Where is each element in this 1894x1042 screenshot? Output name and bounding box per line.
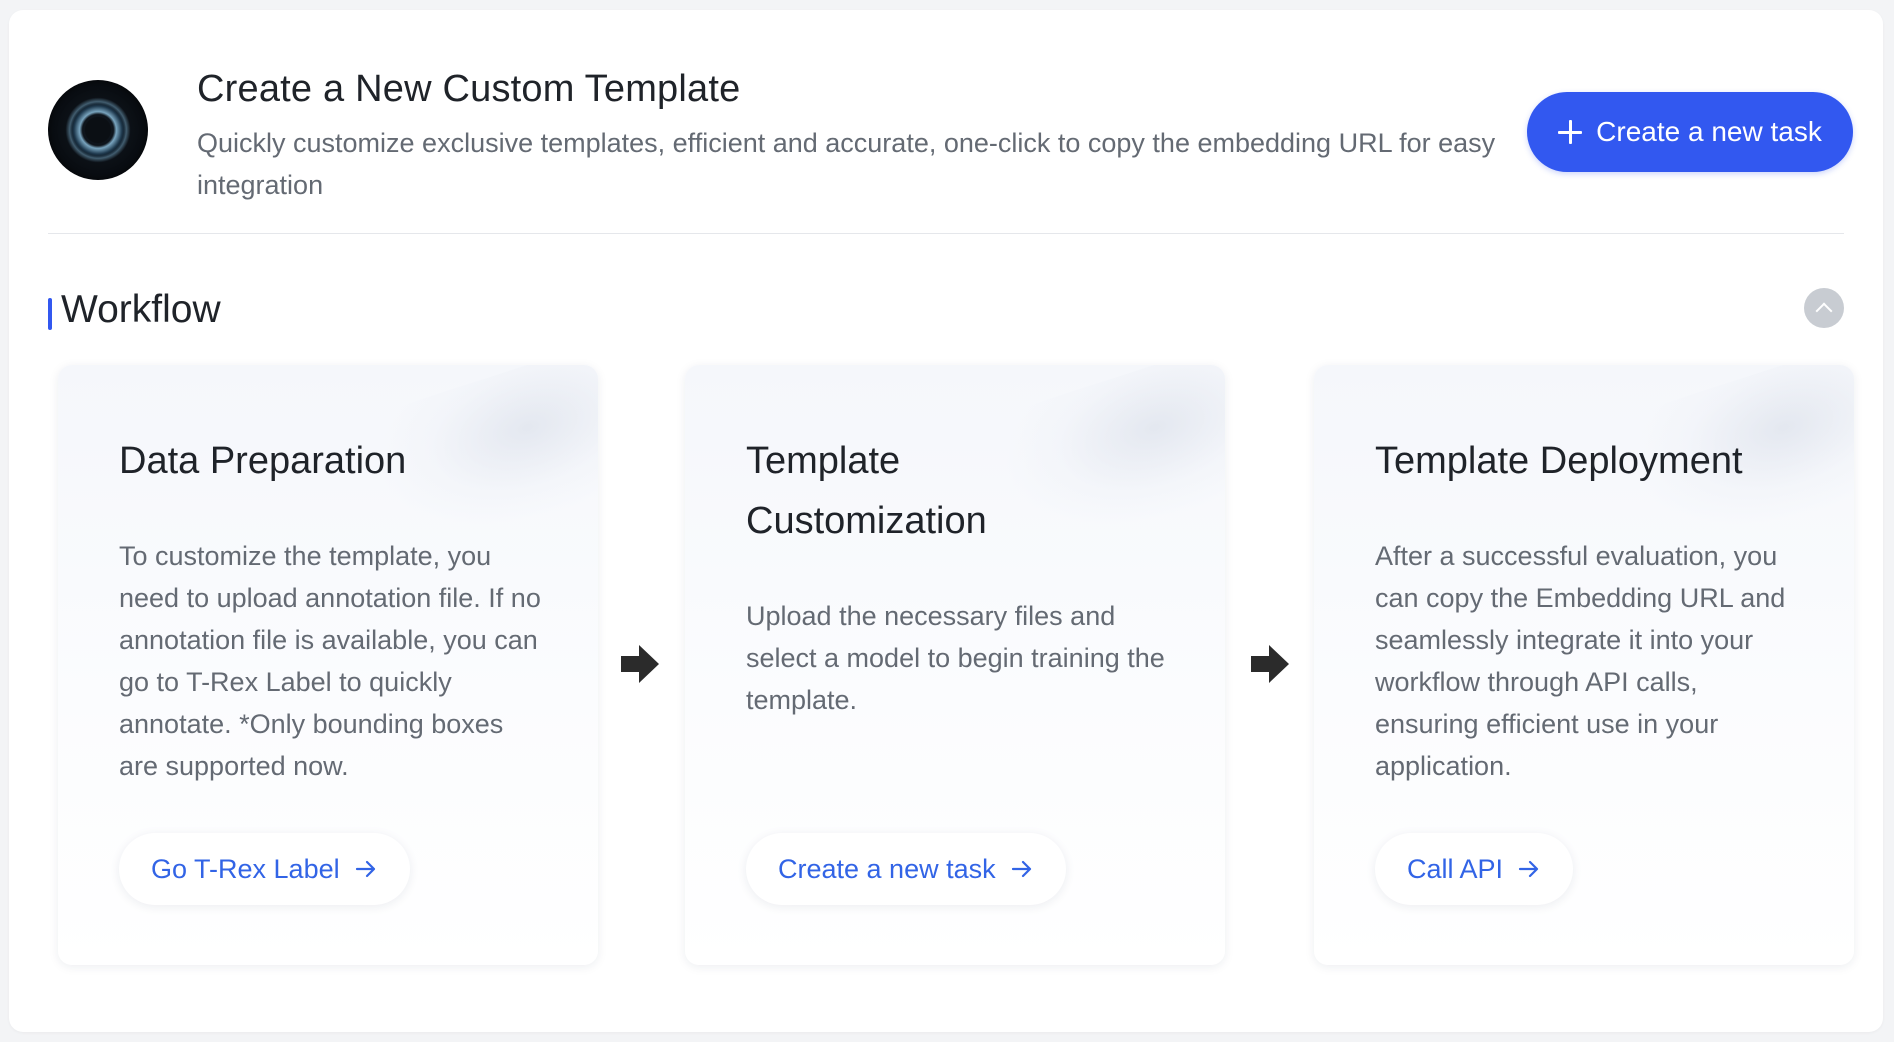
card-description: After a successful evaluation, you can c… [1375,541,1786,781]
create-new-task-label: Create a new task [1596,116,1822,147]
page-subtitle: Quickly customize exclusive templates, e… [197,128,1496,200]
logo-icon [48,80,148,180]
header: Create a New Custom Template Quickly cus… [48,58,1853,200]
arrow-right-icon [1518,860,1539,878]
workflow-card-data-preparation: Data Preparation To customize the templa… [58,365,598,965]
create-new-task-button[interactable]: Create a new task [1527,92,1853,172]
card-link-label: Call API [1407,853,1504,884]
arrow-right-icon [1011,860,1031,878]
workflow-title: Workflow [61,288,221,331]
plus-icon [1558,120,1583,144]
page-container: Create a New Custom Template Quickly cus… [9,10,1883,1032]
card-link-label: Go T-Rex Label [151,853,340,884]
arrow-right-solid-icon [621,645,659,683]
chevron-up-icon [1815,302,1833,319]
card-description: Upload the necessary files and select a … [746,601,1165,715]
card-title: Data Preparation [119,440,407,482]
go-trex-label-button[interactable]: Go T-Rex Label [119,833,410,905]
workflow-card-template-deployment: Template Deployment After a successful e… [1314,365,1854,965]
page-title: Create a New Custom Template [197,68,741,110]
arrow-right-solid-icon [1251,645,1289,683]
header-divider [48,233,1844,234]
section-accent-bar [48,298,52,330]
card-link-label: Create a new task [778,853,996,884]
card-create-new-task-button[interactable]: Create a new task [746,833,1066,905]
workflow-card-template-customization: Template Customization Upload the necess… [685,365,1225,965]
arrow-right-icon [355,860,375,878]
card-title: Template Deployment [1375,440,1743,482]
call-api-button[interactable]: Call API [1375,833,1574,905]
card-title: Template Customization [746,440,987,542]
collapse-workflow-button[interactable] [1804,288,1844,328]
card-description: To customize the template, you need to u… [119,541,541,781]
